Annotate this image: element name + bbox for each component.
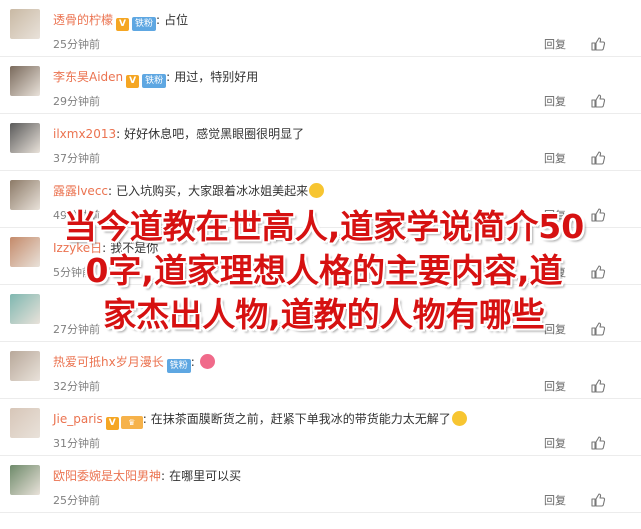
timestamp: 25分钟前 <box>53 494 100 507</box>
colon-separator: : <box>190 355 195 369</box>
crown-badge-icon: ♛ <box>120 416 143 429</box>
comment-line: 热爱可抵hx岁月漫长 铁粉: <box>53 354 216 373</box>
reply-button[interactable]: 回复 <box>544 152 566 166</box>
colon-separator: : <box>142 412 147 426</box>
emoji-icon <box>309 183 325 198</box>
avatar[interactable] <box>10 123 40 153</box>
fan-badge: 铁粉 <box>142 74 167 88</box>
fan-badge: 铁粉 <box>166 359 191 373</box>
verified-icon: V <box>126 75 140 88</box>
comment-text: 好好休息吧，感觉黑眼圈很明显了 <box>124 127 305 141</box>
username-link[interactable]: 欧阳委婉是太阳男神 <box>53 469 161 483</box>
reply-button[interactable]: 回复 <box>544 380 566 394</box>
headline-line-3: 家杰出人物,道教的人物有哪些 <box>103 295 545 334</box>
comment-text: 占位 <box>164 13 189 27</box>
comment-item: ilxmx2013: 好好休息吧，感觉黑眼圈很明显了 37分钟前 回复 <box>0 114 641 171</box>
reply-button[interactable]: 回复 <box>544 95 566 109</box>
colon-separator: : <box>156 13 161 27</box>
thumbs-up-icon[interactable] <box>590 93 606 109</box>
comment-line: 透骨的柠檬 V 铁粉: 占位 <box>53 12 188 31</box>
timestamp: 25分钟前 <box>53 38 100 51</box>
comment-line: 李东昊Aiden V 铁粉: 用过，特别好用 <box>53 69 258 88</box>
emoji-icon <box>199 354 215 369</box>
thumbs-up-icon[interactable] <box>590 378 606 394</box>
username-link[interactable]: 热爱可抵hx岁月漫长 <box>53 355 164 369</box>
comment-item: 透骨的柠檬 V 铁粉: 占位 25分钟前 回复 <box>0 0 641 57</box>
thumbs-up-icon[interactable] <box>590 150 606 166</box>
colon-separator: : <box>116 127 121 141</box>
comment-text: 在抹茶面膜断货之前，赶紧下单我冰的带货能力太无解了 <box>150 412 451 426</box>
username-link[interactable]: 露露lvecc <box>53 184 108 198</box>
comment-item: 欧阳委婉是太阳男神: 在哪里可以买 25分钟前 回复 <box>0 456 641 513</box>
comment-line: 欧阳委婉是太阳男神: 在哪里可以买 <box>53 468 241 485</box>
timestamp: 29分钟前 <box>53 95 100 108</box>
colon-separator: : <box>166 70 171 84</box>
thumbs-up-icon[interactable] <box>590 435 606 451</box>
comment-text: 用过，特别好用 <box>174 70 259 84</box>
username-link[interactable]: 透骨的柠檬 <box>53 13 113 27</box>
colon-separator: : <box>161 469 166 483</box>
reply-button[interactable]: 回复 <box>544 38 566 52</box>
thumbs-up-icon[interactable] <box>590 36 606 52</box>
timestamp: 31分钟前 <box>53 437 100 450</box>
reply-button[interactable]: 回复 <box>544 437 566 451</box>
timestamp: 32分钟前 <box>53 380 100 393</box>
reply-button[interactable]: 回复 <box>544 494 566 508</box>
comment-line: ilxmx2013: 好好休息吧，感觉黑眼圈很明显了 <box>53 126 304 143</box>
comment-item: 李东昊Aiden V 铁粉: 用过，特别好用 29分钟前 回复 <box>0 57 641 114</box>
headline-line-1: 当今道教在世高人,道家学说简介50 <box>63 207 585 246</box>
colon-separator: : <box>108 184 113 198</box>
comment-text: 在哪里可以买 <box>169 469 242 483</box>
avatar[interactable] <box>10 351 40 381</box>
username-link[interactable]: 李东昊Aiden <box>53 70 123 84</box>
verified-icon: V <box>116 18 130 31</box>
fan-badge: 铁粉 <box>132 17 157 31</box>
avatar[interactable] <box>10 465 40 495</box>
thumbs-up-icon[interactable] <box>590 492 606 508</box>
comment-item: Jie_paris V ♛: 在抹茶面膜断货之前，赶紧下单我冰的带货能力太无解了 31分… <box>0 399 641 456</box>
comment-line: 露露lvecc: 已入坑购买，大家跟着冰冰姐美起来 <box>53 183 325 200</box>
emoji-icon <box>451 411 467 426</box>
headline-overlay: 当今道教在世高人,道家学说简介50 0字,道家理想人格的主要内容,道 家杰出人物… <box>14 205 634 337</box>
comment-line: Jie_paris V ♛: 在抹茶面膜断货之前，赶紧下单我冰的带货能力太无解了 <box>53 411 468 430</box>
username-link[interactable]: ilxmx2013 <box>53 127 116 141</box>
avatar[interactable] <box>10 66 40 96</box>
username-link[interactable]: Jie_paris <box>53 412 103 426</box>
avatar[interactable] <box>10 9 40 39</box>
avatar[interactable] <box>10 408 40 438</box>
headline-line-2: 0字,道家理想人格的主要内容,道 <box>85 251 563 290</box>
timestamp: 37分钟前 <box>53 152 100 165</box>
comment-item: 热爱可抵hx岁月漫长 铁粉: 32分钟前 回复 <box>0 342 641 399</box>
verified-icon: V <box>105 417 119 430</box>
comment-text: 已入坑购买，大家跟着冰冰姐美起来 <box>116 184 309 198</box>
